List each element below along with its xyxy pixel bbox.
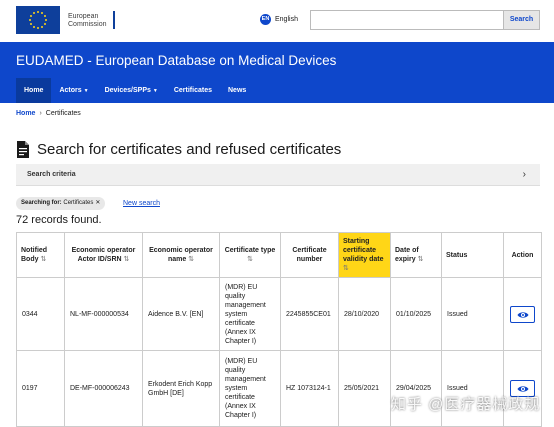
main-nav: Home Actors ▼ Devices/SPPs ▼ Certificates … — [16, 78, 254, 103]
chevron-right-icon: › — [522, 169, 526, 180]
logo-text-line2: Commission — [68, 21, 107, 28]
watermark: 知乎 @医疗器械政规 — [391, 396, 541, 413]
column-header-certificate-type[interactable]: Certificate type ⇅ — [219, 232, 281, 278]
records-count: 72 records found. — [16, 214, 102, 226]
cell-operator-name: Aidence B.V. [EN] — [142, 277, 220, 351]
cell-status: Issued — [441, 277, 504, 351]
cell-operator-name: Erkodent Erich Kopp GmbH [DE] — [142, 350, 220, 427]
close-icon[interactable]: ✕ — [95, 200, 100, 206]
eye-icon — [517, 311, 529, 318]
cell-start-date: 25/05/2021 — [338, 350, 391, 427]
search-button[interactable]: Search — [503, 10, 540, 30]
language-icon: EN — [260, 14, 271, 25]
cell-start-date: 28/10/2020 — [338, 277, 391, 351]
site-title: EUDAMED - European Database on Medical D… — [16, 53, 337, 68]
chevron-down-icon: ▼ — [83, 88, 89, 94]
column-header-action: Action — [503, 232, 542, 278]
breadcrumb-separator-icon: › — [39, 110, 42, 117]
nav-news-label: News — [228, 87, 247, 94]
breadcrumb-current: Certificates — [45, 110, 81, 117]
site-banner: EUDAMED - European Database on Medical D… — [0, 42, 554, 103]
breadcrumb-home[interactable]: Home — [16, 110, 35, 117]
column-header-start-date[interactable]: Starting certificate validity date ⇅ — [338, 232, 391, 278]
table-row: 0197 DE-MF-000006243 Erkodent Erich Kopp… — [16, 350, 542, 427]
column-header-certificate-number: Certificate number — [280, 232, 339, 278]
filter-chip-value: Certificates — [63, 200, 94, 206]
filter-chip-label: Searching for: — [21, 200, 62, 206]
chevron-down-icon: ▼ — [152, 88, 158, 94]
sort-icon[interactable]: ⇅ — [124, 256, 130, 263]
sort-icon[interactable]: ⇅ — [418, 256, 424, 263]
column-header-operator-name[interactable]: Economic operator name ⇅ — [142, 232, 220, 278]
cell-action — [503, 277, 542, 351]
nav-actors-label: Actors — [59, 87, 82, 94]
column-label: Starting certificate validity date — [343, 238, 384, 263]
sort-icon[interactable]: ⇅ — [188, 256, 194, 263]
nav-certificates[interactable]: Certificates — [166, 78, 220, 103]
cell-certificate-number: HZ 1073124-1 — [280, 350, 339, 427]
logo-text-line1: European — [68, 13, 99, 20]
column-label: Certificate number — [292, 247, 327, 263]
top-bar: European Commission EN English Search — [0, 0, 554, 42]
column-label: Economic operator name — [149, 247, 213, 263]
filter-chip[interactable]: Searching for: Certificates ✕ — [16, 197, 106, 210]
column-label: Status — [446, 251, 468, 259]
column-header-status: Status — [441, 232, 504, 278]
sort-icon[interactable]: ⇅ — [40, 256, 46, 263]
nav-home-label: Home — [24, 87, 44, 94]
search-criteria-label: Search criteria — [27, 171, 76, 178]
language-selector[interactable]: EN English — [260, 14, 298, 26]
page-title: Search for certificates and refused cert… — [37, 141, 342, 158]
column-header-actor-id[interactable]: Economic operator Actor ID/SRN ⇅ — [64, 232, 143, 278]
column-label: Action — [511, 251, 534, 259]
certificate-document-icon — [17, 141, 29, 158]
column-header-notified-body[interactable]: Notified Body ⇅ — [16, 232, 65, 278]
language-label: English — [275, 16, 298, 23]
eu-flag-icon — [16, 6, 60, 34]
nav-devices-label: Devices/SPPs — [104, 87, 151, 94]
cell-actor-id: DE-MF-000006243 — [64, 350, 143, 427]
table-row: 0344 NL-MF-000000534 Aidence B.V. [EN] (… — [16, 277, 542, 351]
table-header-row: Notified Body ⇅ Economic operator Actor … — [16, 232, 542, 278]
cell-expiry-date: 01/10/2025 — [390, 277, 442, 351]
nav-certificates-label: Certificates — [173, 87, 212, 94]
cell-certificate-type: (MDR) EU quality management system certi… — [219, 350, 281, 427]
cell-notified-body: 0344 — [16, 277, 65, 351]
column-label: Date of expiry — [395, 247, 419, 263]
nav-news[interactable]: News — [220, 78, 254, 103]
breadcrumb: Home › Certificates — [16, 110, 81, 117]
search-input[interactable] — [310, 10, 504, 30]
logo-divider — [113, 11, 115, 29]
nav-devices-spps[interactable]: Devices/SPPs ▼ — [97, 78, 166, 103]
cell-status: Issued — [441, 350, 504, 427]
cell-expiry-date: 29/04/2025 — [390, 350, 442, 427]
search-criteria-panel[interactable]: Search criteria › — [16, 164, 540, 186]
new-search-link[interactable]: New search — [123, 200, 160, 207]
eye-icon — [517, 386, 529, 392]
cell-certificate-number: 2245855CE01 — [280, 277, 339, 351]
column-label: Certificate type — [224, 247, 276, 254]
cell-notified-body: 0197 — [16, 350, 65, 427]
cell-certificate-type: (MDR) EU quality management system certi… — [219, 277, 281, 351]
sort-icon[interactable]: ⇅ — [247, 256, 253, 263]
european-commission-logo[interactable]: European Commission — [16, 6, 116, 34]
cell-action — [503, 350, 542, 427]
nav-home[interactable]: Home — [16, 78, 52, 103]
nav-actors[interactable]: Actors ▼ — [51, 78, 96, 103]
view-button[interactable] — [510, 305, 535, 323]
sort-ascending-icon[interactable]: ⇅ — [343, 265, 349, 272]
cell-actor-id: NL-MF-000000534 — [64, 277, 143, 351]
ec-logo-text: European Commission — [68, 13, 107, 29]
column-header-expiry-date[interactable]: Date of expiry ⇅ — [390, 232, 442, 278]
